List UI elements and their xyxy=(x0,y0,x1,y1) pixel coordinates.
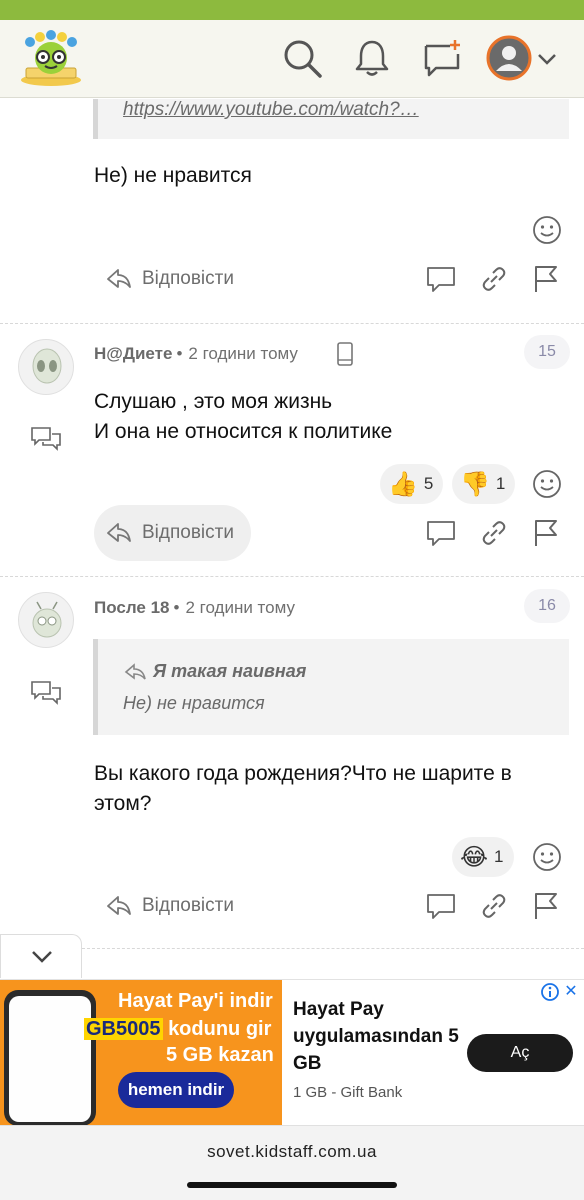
new-topic-icon[interactable] xyxy=(420,36,464,80)
reaction-count: 1 xyxy=(494,847,504,866)
reply-label: Відповісти xyxy=(142,268,234,289)
reply-label: Відповісти xyxy=(142,895,234,916)
comment-line: Не) не нравится xyxy=(94,164,252,187)
add-reaction-icon[interactable] xyxy=(532,215,562,245)
ad-image-line3: 5 GB kazan xyxy=(166,1044,274,1066)
search-icon[interactable] xyxy=(280,36,324,80)
alien-avatar-icon xyxy=(32,348,62,384)
kidstaff-logo[interactable] xyxy=(16,30,86,88)
home-indicator[interactable] xyxy=(187,1182,397,1188)
ad-image-cta[interactable]: hemen indir xyxy=(118,1072,234,1108)
ad-image-line2-rest: kodunu gir xyxy=(168,1018,272,1040)
mobile-device-icon xyxy=(337,342,353,366)
avatar[interactable] xyxy=(18,592,74,648)
ad-close-icon[interactable]: ✕ xyxy=(562,982,580,1002)
reply-button[interactable]: Відповісти xyxy=(94,251,244,307)
reply-label: Відповісти xyxy=(142,522,234,543)
meta-separator: • xyxy=(173,598,180,617)
bug-avatar-icon xyxy=(32,601,62,638)
link-icon[interactable] xyxy=(478,263,510,295)
bell-icon[interactable] xyxy=(350,36,394,80)
user-avatar-icon[interactable] xyxy=(486,35,532,81)
reply-arrow-icon xyxy=(107,269,131,288)
thumbs-up-icon: 👍 xyxy=(388,470,418,498)
comment-meta: После 18 • 2 години тому xyxy=(94,598,295,618)
meta-separator: • xyxy=(176,344,183,363)
reply-button[interactable]: Відповісти xyxy=(94,878,244,934)
reply-button[interactable]: Відповісти xyxy=(94,505,251,561)
flag-icon[interactable] xyxy=(530,517,562,549)
quoted-link[interactable]: https://www.youtube.com/watch?… xyxy=(123,99,419,121)
author-name[interactable]: После 18 xyxy=(94,598,170,617)
collapse-ad-button[interactable] xyxy=(0,934,82,978)
author-name[interactable]: Н@Диете xyxy=(94,344,172,363)
brand-bar xyxy=(0,0,584,20)
reaction-count: 5 xyxy=(423,474,434,493)
comment-number[interactable]: 15 xyxy=(524,335,570,369)
comment-time: 2 години тому xyxy=(185,598,295,617)
comment-text: Не) не нравится xyxy=(94,161,252,191)
chevron-down-icon xyxy=(32,951,52,963)
quoted-block: Я такая наивная Не) не нравится xyxy=(93,639,569,735)
thumbs-down-icon: 👎 xyxy=(460,470,490,498)
quoted-author-name: Я такая наивная xyxy=(153,661,307,681)
site-header xyxy=(0,20,584,98)
comment-icon[interactable] xyxy=(425,517,457,549)
ad-image-line1: Hayat Pay'i indir xyxy=(118,990,273,1012)
comment-time: 2 години тому xyxy=(188,344,298,363)
comment-icon[interactable] xyxy=(425,263,457,295)
reaction-count: 1 xyxy=(495,474,506,493)
next-comment-edge xyxy=(82,948,584,978)
laughing-emoji-icon: 😂 xyxy=(460,843,489,871)
ad-image-line2: GB5005 kodunu gir xyxy=(84,1018,271,1041)
reply-arrow-icon xyxy=(107,896,131,915)
reaction-laugh[interactable]: 😂 1 xyxy=(452,837,514,877)
ad-phone-screen xyxy=(9,996,91,1122)
ad-promo-code: GB5005 xyxy=(84,1018,163,1040)
reply-arrow-icon xyxy=(124,662,146,680)
browser-address-bar[interactable]: sovet.kidstaff.com.ua xyxy=(0,1125,584,1200)
flag-icon[interactable] xyxy=(530,263,562,295)
link-icon[interactable] xyxy=(478,890,510,922)
chevron-down-icon[interactable] xyxy=(534,46,560,72)
comment-icon[interactable] xyxy=(425,890,457,922)
comment-line: Вы какого года рождения?Что не шарите в xyxy=(94,762,512,785)
ad-subtitle: 1 GB - Gift Bank xyxy=(293,1084,403,1101)
quoted-author[interactable]: Я такая наивная xyxy=(123,661,306,682)
ad-image[interactable]: Hayat Pay'i indir GB5005 kodunu gir 5 GB… xyxy=(0,980,282,1126)
avatar[interactable] xyxy=(18,339,74,395)
quoted-text: Не) не нравится xyxy=(123,693,265,713)
comments-feed: https://www.youtube.com/watch?… Не) не н… xyxy=(0,99,584,979)
link-icon[interactable] xyxy=(478,517,510,549)
add-reaction-icon[interactable] xyxy=(532,842,562,872)
divider xyxy=(0,576,584,577)
ad-title[interactable]: Hayat Pay uygulamasından 5 GB xyxy=(293,996,473,1077)
comment-line: этом? xyxy=(94,792,152,815)
url-text[interactable]: sovet.kidstaff.com.ua xyxy=(0,1142,584,1162)
ad-open-button[interactable]: Aç xyxy=(467,1034,573,1072)
ad-phone-illustration xyxy=(4,990,96,1126)
comment-text: Слушаю , это моя жизнь И она не относитс… xyxy=(94,387,392,447)
private-message-icon[interactable] xyxy=(30,425,62,453)
ad-info-icon[interactable] xyxy=(540,982,560,1002)
comment-meta: Н@Диете • 2 години тому xyxy=(94,344,298,364)
comment-line: Слушаю , это моя жизнь xyxy=(94,390,333,413)
flag-icon[interactable] xyxy=(530,890,562,922)
comment-number[interactable]: 16 xyxy=(524,589,570,623)
ad-banner[interactable]: Hayat Pay'i indir GB5005 kodunu gir 5 GB… xyxy=(0,979,584,1126)
reaction-dislike[interactable]: 👎 1 xyxy=(452,464,516,504)
reply-arrow-icon xyxy=(107,523,131,542)
comment-text: Вы какого года рождения?Что не шарите в … xyxy=(94,759,512,819)
comment-line: И она не относится к политике xyxy=(94,420,393,443)
add-reaction-icon[interactable] xyxy=(532,469,562,499)
reaction-like[interactable]: 👍 5 xyxy=(380,464,444,504)
quoted-block: https://www.youtube.com/watch?… xyxy=(93,99,569,139)
private-message-icon[interactable] xyxy=(30,679,62,707)
divider xyxy=(0,323,584,324)
